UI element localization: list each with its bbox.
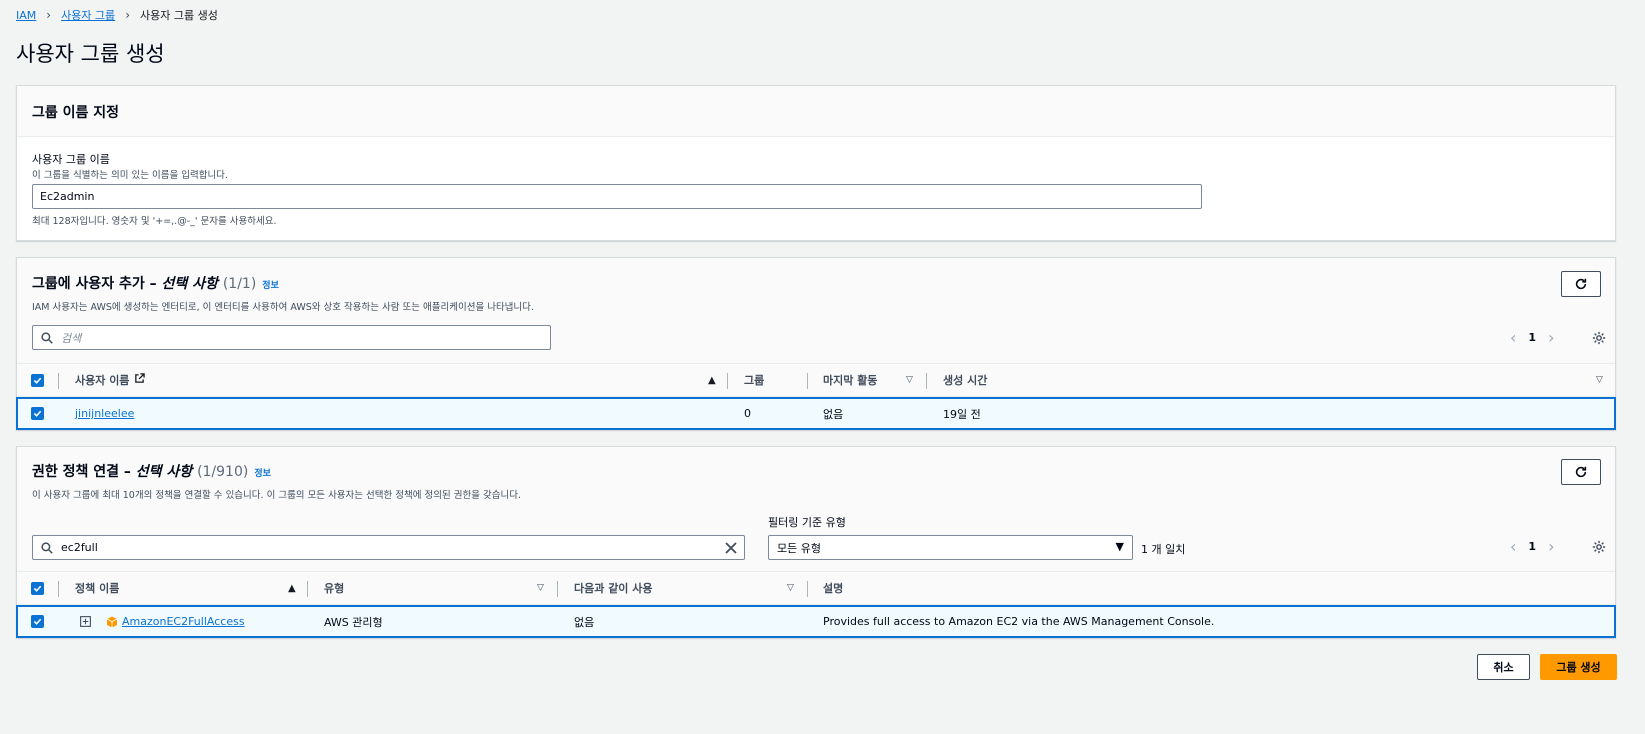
- column-description[interactable]: 설명: [823, 572, 843, 604]
- checkbox-checked-icon: [31, 407, 44, 420]
- external-link-icon: [134, 373, 146, 387]
- policy-used-as: 없음: [574, 615, 595, 629]
- expand-icon[interactable]: [80, 607, 91, 636]
- breadcrumb: IAM › 사용자 그룹 › 사용자 그룹 생성: [16, 7, 218, 23]
- select-all-checkbox[interactable]: [31, 364, 44, 396]
- policy-name-link[interactable]: AmazonEC2FullAccess: [122, 615, 245, 628]
- policy-type: AWS 관리형: [324, 615, 383, 629]
- selection-count: (1/910): [197, 464, 249, 480]
- attach-policies-panel: 권한 정책 연결 – 선택 사항 (1/910) 정보 이 사용자 그룹에 최대 …: [16, 446, 1616, 638]
- sort-desc-icon[interactable]: ▽: [1596, 364, 1603, 396]
- section-description: IAM 사용자는 AWS에 생성하는 엔터티로, 이 엔터티를 사용하여 AWS…: [32, 302, 534, 313]
- caret-down-icon: ▼: [1115, 540, 1124, 553]
- column-last-activity[interactable]: 마지막 활동: [823, 364, 877, 396]
- chevron-right-icon[interactable]: ›: [1548, 328, 1554, 347]
- sort-asc-icon[interactable]: ▲: [708, 364, 716, 396]
- search-icon: [41, 541, 53, 554]
- column-type[interactable]: 유형: [324, 572, 344, 604]
- breadcrumb-current: 사용자 그룹 생성: [140, 9, 218, 22]
- breadcrumb-iam-link[interactable]: IAM: [16, 9, 36, 22]
- policies-table-header: 정책 이름 ▲ 유형 ▽ 다음과 같이 사용 ▽ 설명: [17, 571, 1615, 605]
- page-number[interactable]: 1: [1528, 331, 1536, 344]
- users-table-header: 사용자 이름 ▲ 그룹 마지막 활동 ▽ 생성 시간 ▽: [17, 363, 1615, 397]
- search-icon: [41, 331, 53, 344]
- chevron-left-icon[interactable]: ‹: [1510, 537, 1516, 556]
- chevron-right-icon: ›: [46, 8, 52, 22]
- user-last-activity: 없음: [823, 407, 844, 421]
- refresh-icon: [1574, 277, 1588, 291]
- chevron-left-icon[interactable]: ‹: [1510, 328, 1516, 347]
- cancel-button[interactable]: 취소: [1477, 654, 1530, 680]
- chevron-right-icon: ›: [125, 8, 130, 22]
- group-name-value: Ec2admin: [40, 190, 95, 203]
- policy-description: Provides full access to Amazon EC2 via t…: [823, 615, 1215, 628]
- clear-icon[interactable]: [725, 542, 737, 554]
- search-value: ec2full: [61, 541, 98, 554]
- column-used-as[interactable]: 다음과 같이 사용: [574, 572, 653, 604]
- breadcrumb-user-groups-link[interactable]: 사용자 그룹: [61, 7, 115, 23]
- panel-header: 그룹 이름 지정: [17, 86, 1615, 137]
- section-description: 이 사용자 그룹에 최대 10개의 정책을 연결할 수 있습니다. 이 그룹의 …: [32, 490, 521, 501]
- group-name-panel: 그룹 이름 지정 사용자 그룹 이름 이 그룹을 식별하는 의미 있는 이름을 …: [16, 85, 1616, 241]
- refresh-icon: [1574, 465, 1588, 479]
- section-title: 그룹 이름 지정: [32, 105, 120, 121]
- sort-desc-icon[interactable]: ▽: [537, 572, 544, 604]
- group-name-input[interactable]: Ec2admin: [32, 184, 1202, 209]
- section-title: 그룹에 사용자 추가 – 선택 사항 (1/1) 정보: [32, 276, 279, 292]
- user-search-input[interactable]: 검색: [32, 325, 551, 350]
- column-policy-name[interactable]: 정책 이름: [75, 572, 119, 604]
- user-name-link[interactable]: jinijnleelee: [75, 407, 134, 420]
- gear-icon[interactable]: [1592, 331, 1606, 345]
- table-row[interactable]: AmazonEC2FullAccess AWS 관리형 없음 Provides …: [16, 605, 1616, 638]
- refresh-button[interactable]: [1561, 271, 1601, 297]
- chevron-right-icon[interactable]: ›: [1548, 537, 1554, 556]
- user-groups: 0: [744, 407, 751, 420]
- selection-count: (1/1): [222, 276, 257, 292]
- row-checkbox[interactable]: [31, 607, 44, 636]
- field-label: 사용자 그룹 이름: [32, 153, 110, 166]
- column-created[interactable]: 생성 시간: [943, 364, 987, 396]
- refresh-button[interactable]: [1561, 459, 1601, 485]
- sort-desc-icon[interactable]: ▽: [787, 572, 794, 604]
- field-constraint: 최대 128자입니다. 영숫자 및 '+=,.@-_' 문자를 사용하세요.: [32, 216, 277, 227]
- column-groups[interactable]: 그룹: [744, 364, 764, 396]
- create-group-button[interactable]: 그룹 생성: [1540, 654, 1617, 680]
- table-row[interactable]: jinijnleelee 0 없음 19일 전: [16, 397, 1616, 430]
- add-users-panel: 그룹에 사용자 추가 – 선택 사항 (1/1) 정보 IAM 사용자는 AWS에…: [16, 257, 1616, 430]
- page-title: 사용자 그룹 생성: [16, 42, 165, 66]
- row-checkbox[interactable]: [31, 399, 44, 428]
- checkbox-checked-icon: [31, 581, 44, 595]
- policy-search-input[interactable]: ec2full: [32, 535, 745, 560]
- sort-desc-icon[interactable]: ▽: [906, 364, 913, 396]
- filter-type-value: 모든 유형: [777, 541, 821, 555]
- checkbox-checked-icon: [31, 615, 44, 628]
- section-title: 권한 정책 연결 – 선택 사항 (1/910) 정보: [32, 464, 271, 480]
- field-description: 이 그룹을 식별하는 의미 있는 이름을 입력합니다.: [32, 170, 228, 181]
- search-placeholder: 검색: [61, 331, 82, 345]
- aws-managed-policy-icon: [106, 607, 118, 636]
- user-created: 19일 전: [943, 407, 981, 421]
- info-link[interactable]: 정보: [262, 281, 279, 291]
- filter-type-select[interactable]: 모든 유형 ▼: [768, 535, 1133, 560]
- page-number[interactable]: 1: [1528, 540, 1536, 553]
- checkbox-checked-icon: [31, 373, 44, 387]
- sort-asc-icon[interactable]: ▲: [288, 572, 296, 604]
- pagination: ‹ 1 ›: [1510, 537, 1554, 556]
- select-all-checkbox[interactable]: [31, 572, 44, 604]
- column-user-name[interactable]: 사용자 이름: [75, 364, 146, 396]
- info-link[interactable]: 정보: [254, 469, 271, 479]
- match-count: 1 개 일치: [1141, 543, 1186, 556]
- pagination: ‹ 1 ›: [1510, 328, 1554, 347]
- filter-label: 필터링 기준 유형: [768, 516, 846, 529]
- gear-icon[interactable]: [1592, 540, 1606, 554]
